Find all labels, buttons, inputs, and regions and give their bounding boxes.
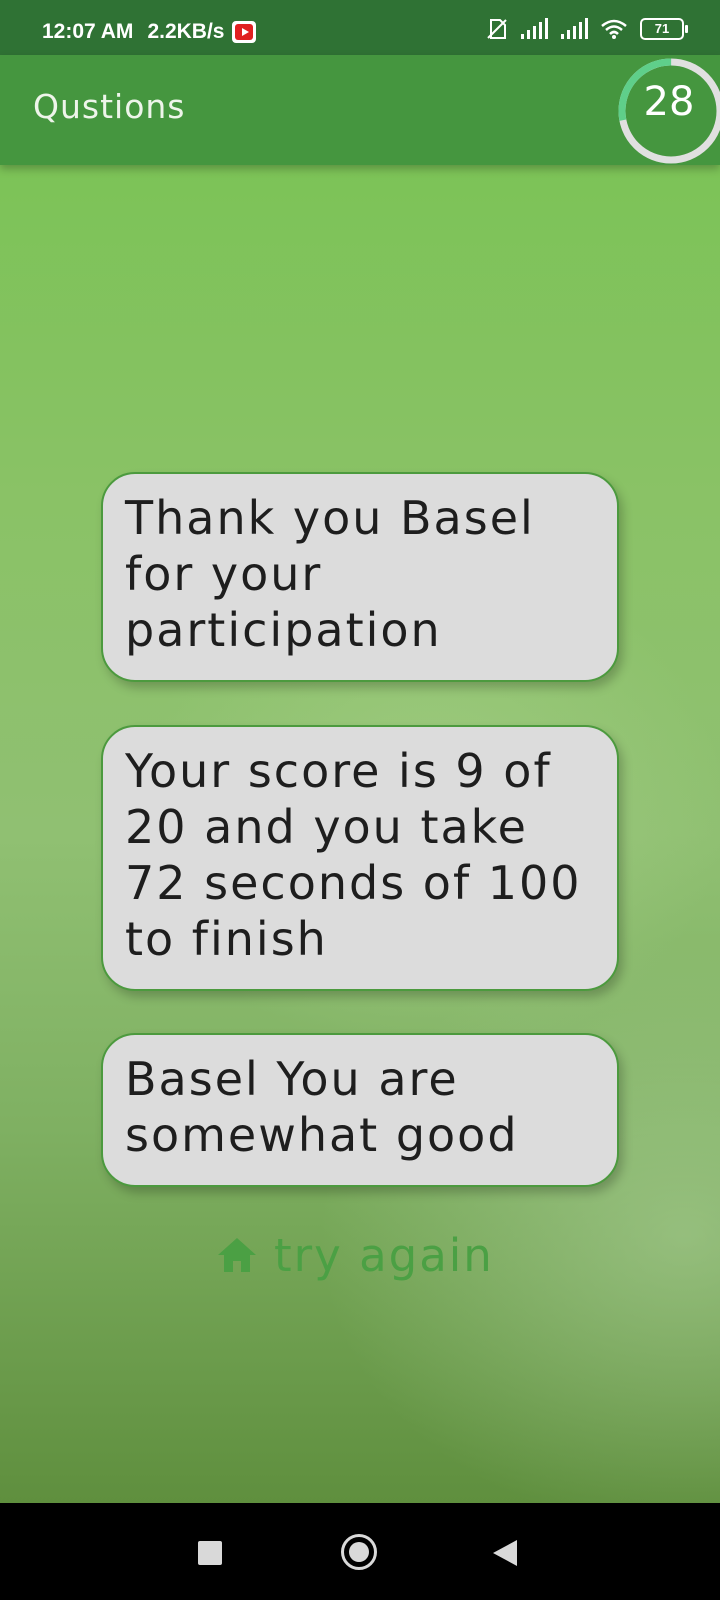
- app-title: Qustions: [33, 87, 186, 126]
- recents-square-icon[interactable]: [198, 1541, 222, 1565]
- status-right: 71: [486, 18, 688, 40]
- signal-icon: [521, 18, 548, 39]
- try-again-label: try again: [274, 1228, 494, 1282]
- status-time: 12:07 AM: [42, 20, 134, 43]
- thank-you-card: Thank you Basel for your participation: [101, 472, 619, 682]
- thank-you-text: Thank you Basel for your participation: [125, 491, 535, 657]
- score-text: Your score is 9 of 20 and you take 72 se…: [125, 744, 582, 966]
- battery-icon: 71: [640, 18, 688, 40]
- home-circle-icon[interactable]: [341, 1534, 377, 1570]
- battery-level: 71: [654, 21, 670, 36]
- rating-text: Basel You are somewhat good: [125, 1052, 519, 1162]
- system-nav-bar: [0, 1503, 720, 1600]
- status-bar: 12:07 AM 2.2KB/s 71: [0, 0, 720, 55]
- youtube-icon: [232, 21, 257, 43]
- network-speed: 2.2KB/s: [147, 20, 225, 43]
- back-triangle-icon[interactable]: [493, 1540, 517, 1566]
- countdown-timer: 28: [617, 57, 720, 165]
- app-bar: Qustions: [0, 55, 720, 165]
- home-icon: [218, 1238, 256, 1272]
- try-again-button[interactable]: try again: [216, 1225, 494, 1285]
- signal-icon-2: [561, 18, 588, 39]
- score-card: Your score is 9 of 20 and you take 72 se…: [101, 725, 619, 991]
- timer-value: 28: [643, 79, 695, 125]
- status-left: 12:07 AM 2.2KB/s: [42, 20, 257, 44]
- no-sim-icon: [487, 19, 507, 39]
- rating-card: Basel You are somewhat good: [101, 1033, 619, 1187]
- wifi-icon: [601, 19, 627, 39]
